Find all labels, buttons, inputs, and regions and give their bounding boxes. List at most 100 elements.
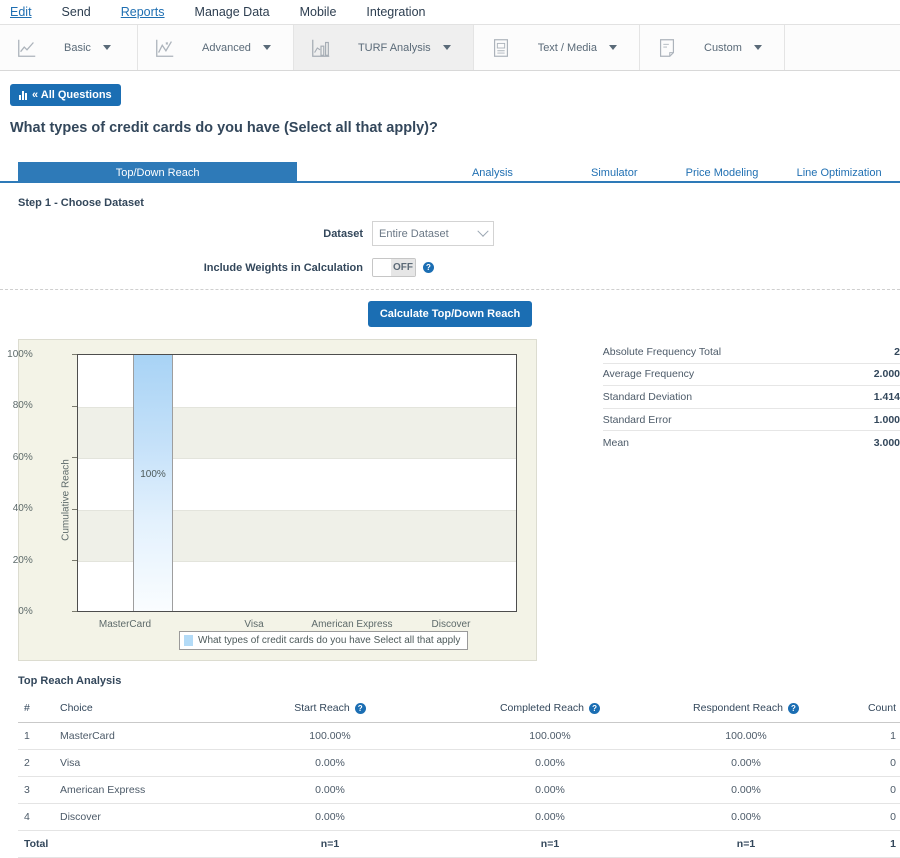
ribbon-label-text-media: Text / Media bbox=[538, 42, 597, 54]
legend-label: What types of credit cards do you have S… bbox=[198, 635, 460, 646]
cell-completed: 0.00% bbox=[440, 803, 660, 830]
column-header-choice[interactable]: Choice bbox=[60, 695, 220, 722]
cell-total-count: 1 bbox=[832, 830, 900, 857]
cell-start: 100.00% bbox=[220, 722, 440, 749]
y-tick-label: 20% bbox=[0, 555, 33, 566]
cell-completed: 100.00% bbox=[440, 722, 660, 749]
cell-count: 0 bbox=[832, 776, 900, 803]
calculate-top-down-reach-button[interactable]: Calculate Top/Down Reach bbox=[368, 301, 532, 327]
table-row: 2 Visa 0.00% 0.00% 0.00% 0 bbox=[18, 749, 900, 776]
respondent-reach-help-icon[interactable]: ? bbox=[788, 703, 799, 714]
analysis-tabs: Top/Down Reach Analysis Simulator Price … bbox=[0, 162, 900, 183]
table-row: 4 Discover 0.00% 0.00% 0.00% 0 bbox=[18, 803, 900, 830]
cell-start: 0.00% bbox=[220, 776, 440, 803]
page-title: What types of credit cards do you have (… bbox=[0, 106, 900, 136]
column-header-start-reach-label: Start Reach bbox=[294, 702, 349, 714]
y-tick-label: 0% bbox=[0, 606, 33, 617]
ribbon-group-text-media[interactable]: Text / Media bbox=[474, 25, 640, 70]
nav-item-integration[interactable]: Integration bbox=[366, 5, 425, 19]
table-body: 1 MasterCard 100.00% 100.00% 100.00% 1 2… bbox=[18, 722, 900, 857]
chevron-down-icon bbox=[754, 45, 762, 50]
start-reach-help-icon[interactable]: ? bbox=[355, 703, 366, 714]
nav-item-reports[interactable]: Reports bbox=[121, 5, 165, 19]
cell-number: 3 bbox=[18, 776, 60, 803]
nav-item-manage-data[interactable]: Manage Data bbox=[195, 5, 270, 19]
stat-value: 3.000 bbox=[874, 437, 900, 449]
nav-item-mobile[interactable]: Mobile bbox=[300, 5, 337, 19]
dataset-select[interactable]: Entire Dataset bbox=[372, 221, 494, 246]
top-down-reach-chart: Cumulative Reach 100% 80% 60% 40% 20% 0% bbox=[18, 339, 537, 661]
stat-label: Standard Deviation bbox=[603, 391, 692, 403]
nav-item-send[interactable]: Send bbox=[62, 5, 91, 19]
cell-respondent: 0.00% bbox=[660, 803, 832, 830]
nav-item-edit[interactable]: Edit bbox=[10, 5, 32, 19]
dataset-select-value: Entire Dataset bbox=[379, 228, 449, 240]
column-header-completed-reach[interactable]: Completed Reach ? bbox=[440, 695, 660, 722]
cell-choice: MasterCard bbox=[60, 722, 220, 749]
stat-value: 2.000 bbox=[874, 368, 900, 380]
cell-number: 1 bbox=[18, 722, 60, 749]
ribbon-group-turf-analysis[interactable]: TURF Analysis bbox=[294, 25, 474, 70]
toggle-state-label: OFF bbox=[391, 259, 415, 276]
table-row: 3 American Express 0.00% 0.00% 0.00% 0 bbox=[18, 776, 900, 803]
advanced-chart-icon bbox=[154, 37, 176, 59]
chart-bar-mastercard[interactable]: 100% bbox=[133, 355, 173, 611]
column-header-count[interactable]: Count bbox=[832, 695, 900, 722]
cell-respondent: 0.00% bbox=[660, 776, 832, 803]
column-header-respondent-reach[interactable]: Respondent Reach ? bbox=[660, 695, 832, 722]
column-header-start-reach[interactable]: Start Reach ? bbox=[220, 695, 440, 722]
calculate-bar: Calculate Top/Down Reach bbox=[0, 290, 900, 327]
chart-plot-area: 100% bbox=[77, 354, 517, 612]
weights-help-icon[interactable]: ? bbox=[423, 262, 434, 273]
completed-reach-help-icon[interactable]: ? bbox=[589, 703, 600, 714]
stat-label: Absolute Frequency Total bbox=[603, 346, 721, 358]
tab-line-optimization[interactable]: Line Optimization bbox=[778, 162, 900, 183]
table-total-row: Total n=1 n=1 n=1 1 bbox=[18, 830, 900, 857]
stat-row: Standard Deviation 1.414 bbox=[603, 386, 900, 409]
cell-total-choice bbox=[60, 830, 220, 857]
stat-label: Average Frequency bbox=[603, 368, 694, 380]
ribbon-label-custom: Custom bbox=[704, 42, 742, 54]
chart-legend[interactable]: What types of credit cards do you have S… bbox=[179, 631, 468, 650]
stat-row: Average Frequency 2.000 bbox=[603, 364, 900, 387]
ribbon-label-turf-analysis: TURF Analysis bbox=[358, 42, 431, 54]
chart-inner: Cumulative Reach 100% 80% 60% 40% 20% 0% bbox=[19, 340, 536, 660]
table-header-row: # Choice Start Reach ? Completed Reach ? bbox=[18, 695, 900, 722]
cell-respondent: 0.00% bbox=[660, 749, 832, 776]
document-icon bbox=[490, 37, 512, 59]
legend-swatch-icon bbox=[184, 635, 193, 646]
stat-row: Absolute Frequency Total 2 bbox=[603, 341, 900, 364]
ribbon-group-advanced[interactable]: Advanced bbox=[138, 25, 294, 70]
all-questions-button[interactable]: « All Questions bbox=[10, 84, 121, 106]
report-type-ribbon: Basic Advanced TURF Analysis Text / Medi… bbox=[0, 24, 900, 71]
cell-total-start: n=1 bbox=[220, 830, 440, 857]
ribbon-label-advanced: Advanced bbox=[202, 42, 251, 54]
cell-respondent: 100.00% bbox=[660, 722, 832, 749]
line-chart-icon bbox=[16, 37, 38, 59]
stat-value: 1.414 bbox=[874, 391, 900, 403]
statistics-panel: Absolute Frequency Total 2 Average Frequ… bbox=[603, 339, 900, 661]
weights-field-row: Include Weights in Calculation OFF ? bbox=[0, 246, 900, 277]
y-tick-label: 100% bbox=[0, 349, 33, 360]
tab-simulator[interactable]: Simulator bbox=[563, 162, 666, 183]
ribbon-group-basic[interactable]: Basic bbox=[0, 25, 138, 70]
top-reach-analysis-table: # Choice Start Reach ? Completed Reach ? bbox=[18, 695, 900, 858]
x-tick-label: MasterCard bbox=[55, 619, 195, 630]
x-tick-label: Discover bbox=[381, 619, 521, 630]
table-row: 1 MasterCard 100.00% 100.00% 100.00% 1 bbox=[18, 722, 900, 749]
chevron-down-icon bbox=[263, 45, 271, 50]
stat-row: Standard Error 1.000 bbox=[603, 409, 900, 432]
cell-choice: Discover bbox=[60, 803, 220, 830]
all-questions-bar: « All Questions bbox=[0, 71, 900, 106]
chart-and-stats-row: Cumulative Reach 100% 80% 60% 40% 20% 0% bbox=[0, 327, 900, 661]
include-weights-toggle[interactable]: OFF bbox=[372, 258, 416, 277]
column-header-number[interactable]: # bbox=[18, 695, 60, 722]
tab-top-down-reach[interactable]: Top/Down Reach bbox=[18, 162, 297, 183]
tab-analysis[interactable]: Analysis bbox=[422, 162, 563, 183]
column-header-completed-reach-label: Completed Reach bbox=[500, 702, 584, 714]
column-header-respondent-reach-label: Respondent Reach bbox=[693, 702, 783, 714]
stat-value: 1.000 bbox=[874, 414, 900, 426]
ribbon-group-custom[interactable]: Custom bbox=[640, 25, 785, 70]
dataset-field-row: Dataset Entire Dataset bbox=[0, 209, 900, 246]
tab-price-modeling[interactable]: Price Modeling bbox=[666, 162, 778, 183]
